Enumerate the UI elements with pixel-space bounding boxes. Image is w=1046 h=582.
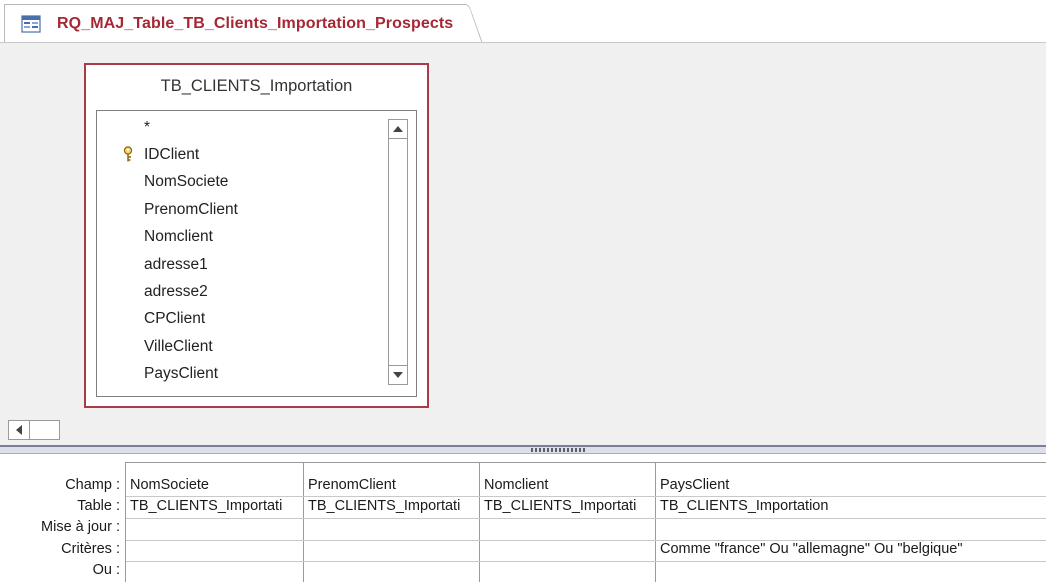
field-idclient[interactable]: IDClient (144, 146, 199, 164)
document-tab-bar: RQ_MAJ_Table_TB_Clients_Importation_Pros… (0, 0, 1046, 43)
field-list[interactable]: * IDClient NomSociete PrenomClient Nomcl… (96, 110, 417, 397)
cell-mise-a-jour-1[interactable] (126, 519, 303, 539)
field-paysclient[interactable]: PaysClient (144, 365, 218, 383)
primary-key-icon (122, 146, 134, 163)
field-nomsociete[interactable]: NomSociete (144, 173, 228, 191)
query-icon (21, 15, 41, 33)
cell-criteres-4[interactable]: Comme "france" Ou "allemagne" Ou "belgiq… (656, 541, 1046, 557)
hscroll-track[interactable] (30, 420, 60, 440)
row-label-mise-a-jour: Mise à jour : (41, 519, 120, 535)
cell-criteres-1[interactable] (126, 541, 303, 561)
grid-separator (126, 462, 1046, 463)
field-prenomclient[interactable]: PrenomClient (144, 201, 238, 219)
field-list-scrollbar[interactable] (388, 119, 408, 385)
field-cpclient[interactable]: CPClient (144, 310, 205, 328)
field-adresse1[interactable]: adresse1 (144, 256, 208, 274)
cell-criteres-2[interactable] (304, 541, 479, 561)
cell-ou-3[interactable] (480, 562, 655, 582)
pane-splitter[interactable] (0, 445, 1046, 454)
cell-ou-1[interactable] (126, 562, 303, 582)
query-grid[interactable]: Champ : Table : Mise à jour : Critères :… (0, 454, 1046, 582)
cell-ou-2[interactable] (304, 562, 479, 582)
query-tab-title: RQ_MAJ_Table_TB_Clients_Importation_Pros… (57, 15, 454, 32)
cell-champ-2[interactable]: PrenomClient (304, 477, 479, 493)
row-label-table: Table : (77, 498, 120, 514)
scroll-left-button[interactable] (8, 420, 30, 440)
arrow-left-icon (16, 425, 22, 435)
row-label-champ: Champ : (65, 477, 120, 493)
field-list-title[interactable]: TB_CLIENTS_Importation (86, 77, 427, 96)
query-tab[interactable]: RQ_MAJ_Table_TB_Clients_Importation_Pros… (4, 4, 466, 42)
splitter-grip[interactable] (531, 448, 587, 452)
cell-mise-a-jour-3[interactable] (480, 519, 655, 539)
field-nomclient[interactable]: Nomclient (144, 228, 213, 246)
field-adresse2[interactable]: adresse2 (144, 283, 208, 301)
cell-mise-a-jour-2[interactable] (304, 519, 479, 539)
row-label-ou: Ou : (92, 562, 120, 578)
cell-table-1[interactable]: TB_CLIENTS_Importati (126, 498, 303, 514)
scroll-up-button[interactable] (389, 120, 407, 139)
grid-separator (126, 496, 1046, 497)
cell-champ-1[interactable]: NomSociete (126, 477, 303, 493)
cell-table-2[interactable]: TB_CLIENTS_Importati (304, 498, 479, 514)
design-hscroll-strip (0, 415, 1046, 445)
cell-ou-4[interactable] (656, 562, 1046, 582)
scroll-track[interactable] (389, 139, 407, 365)
cell-mise-a-jour-4[interactable] (656, 519, 1046, 539)
field-villeclient[interactable]: VilleClient (144, 338, 213, 356)
arrow-up-icon (393, 126, 403, 132)
query-design-pane[interactable]: TB_CLIENTS_Importation * IDClient NomSoc… (0, 42, 1046, 416)
field-list-window[interactable]: TB_CLIENTS_Importation * IDClient NomSoc… (84, 63, 429, 408)
arrow-down-icon (393, 372, 403, 378)
field-all[interactable]: * (144, 119, 150, 137)
cell-champ-4[interactable]: PaysClient (656, 477, 1046, 493)
tab-edge (455, 4, 483, 43)
cell-table-4[interactable]: TB_CLIENTS_Importation (656, 498, 1046, 514)
scroll-down-button[interactable] (389, 365, 407, 384)
row-label-criteres: Critères : (61, 541, 120, 557)
cell-champ-3[interactable]: Nomclient (480, 477, 655, 493)
cell-table-3[interactable]: TB_CLIENTS_Importati (480, 498, 655, 514)
cell-criteres-3[interactable] (480, 541, 655, 561)
